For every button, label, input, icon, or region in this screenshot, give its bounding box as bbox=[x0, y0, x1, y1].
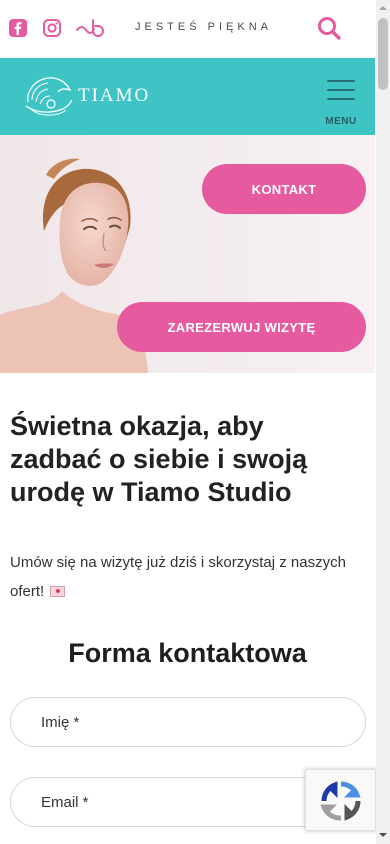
menu-button[interactable]: MENU bbox=[318, 74, 364, 130]
tagline: JESTEŚ PIĘKNA bbox=[135, 21, 272, 33]
recaptcha-badge[interactable] bbox=[305, 769, 376, 831]
scroll-down-arrow-icon[interactable] bbox=[379, 831, 387, 839]
love-letter-icon bbox=[50, 586, 66, 597]
scrollbar-track[interactable] bbox=[376, 0, 390, 844]
facebook-icon[interactable] bbox=[8, 18, 28, 38]
hero-banner: KONTAKT ZAREZERWUJ WIZYTĘ bbox=[0, 135, 375, 373]
scrollbar-thumb[interactable] bbox=[378, 18, 388, 90]
lead-text: Umów się na wizytę już dziś i skorzystaj… bbox=[10, 548, 350, 606]
shell-logo-icon bbox=[25, 77, 73, 116]
form-title: Forma kontaktowa bbox=[68, 638, 307, 668]
page-headline: Świetna okazja, aby zadbać o siebie i sw… bbox=[10, 411, 308, 507]
recaptcha-icon bbox=[320, 781, 361, 821]
menu-label: MENU bbox=[325, 116, 357, 127]
name-field[interactable] bbox=[10, 697, 366, 747]
top-bar: JESTEŚ PIĘKNA bbox=[0, 0, 375, 58]
hamburger-icon bbox=[327, 80, 355, 107]
contact-button[interactable]: KONTAKT bbox=[202, 164, 366, 214]
logo-text: TIAMO bbox=[78, 85, 151, 106]
booksy-icon[interactable] bbox=[76, 18, 104, 38]
search-icon[interactable] bbox=[316, 15, 342, 41]
instagram-icon[interactable] bbox=[42, 18, 62, 38]
scroll-up-arrow-icon[interactable] bbox=[379, 4, 387, 12]
logo[interactable]: TIAMO bbox=[22, 68, 152, 124]
book-visit-button[interactable]: ZAREZERWUJ WIZYTĘ bbox=[117, 302, 366, 352]
site-header: TIAMO MENU bbox=[0, 58, 375, 135]
